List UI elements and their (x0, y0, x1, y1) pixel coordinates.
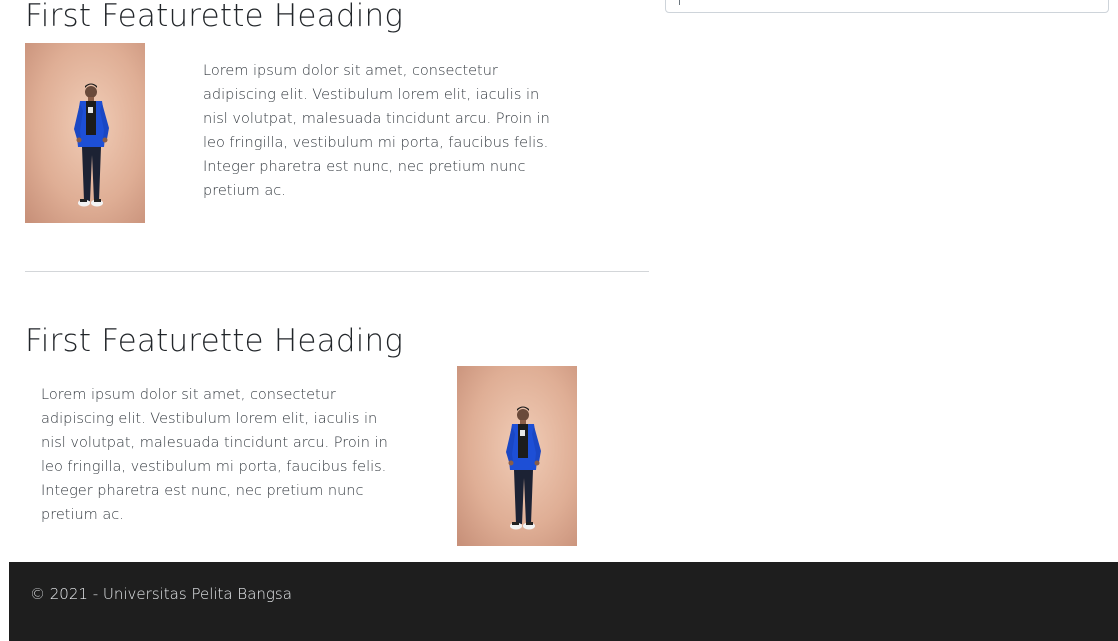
search-input[interactable] (665, 0, 1109, 13)
footer-copyright: © 2021 - Universitas Pelita Bangsa (30, 585, 292, 603)
featurette-text: Lorem ipsum dolor sit amet, consectetur … (203, 63, 550, 199)
featurette-photo (25, 43, 145, 223)
featurette-divider (25, 271, 649, 272)
featurette-text: Lorem ipsum dolor sit amet, consectetur … (41, 387, 388, 523)
featurette-heading: First Featurette Heading (25, 323, 404, 359)
page-footer: © 2021 - Universitas Pelita Bangsa (9, 562, 1118, 641)
featurette-photo (457, 366, 577, 546)
featurette-heading: First Featurette Heading (25, 0, 404, 34)
text-caret (679, 0, 680, 5)
page: First Featurette Heading Lorem ipsum dol… (0, 0, 1118, 641)
